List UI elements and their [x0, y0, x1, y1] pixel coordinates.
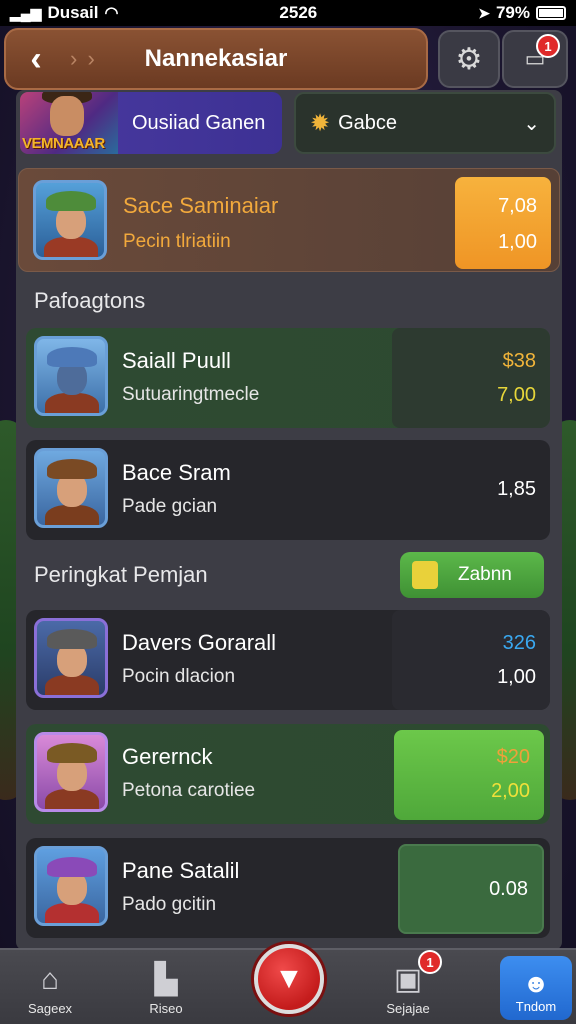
- row-name: Davers Gorarall: [122, 630, 277, 655]
- row-subtitle: Pocin dlacion: [122, 666, 236, 687]
- nav-item-profile[interactable]: ☻ Tndom: [500, 956, 572, 1020]
- nav-item-home[interactable]: ⌂ Sageex: [0, 956, 100, 1022]
- row-score-top: $38: [502, 350, 536, 372]
- back-icon: ‹: [30, 39, 42, 78]
- row-name: Gerernck: [122, 744, 213, 769]
- nav-label: Sageex: [27, 1001, 73, 1016]
- row-score-box: $20 2,00: [394, 730, 544, 820]
- list-item[interactable]: Saiall Puull Sutuaringtmecle $38 7,00: [26, 328, 550, 428]
- row-score-bottom: 2,00: [491, 780, 530, 802]
- game-logo: VEMNAAAR: [22, 135, 105, 152]
- row-name: Bace Sram: [122, 460, 231, 485]
- nav-label: Riseo: [149, 1001, 183, 1016]
- leaderboard-button-label: Zabnn: [458, 564, 512, 585]
- clock: 2526: [279, 3, 318, 22]
- row-name: Saiall Puull: [122, 348, 231, 373]
- avatar: [34, 846, 108, 926]
- top-header: ‹ › › Nannekasiar: [4, 28, 428, 90]
- avatar: [34, 618, 108, 698]
- game-tile[interactable]: VEMNAAAR Ousiiad Ganen: [20, 92, 282, 154]
- nav-label: Sejajae: [386, 1001, 430, 1016]
- row-score-bottom: 1,00: [497, 666, 536, 688]
- list-item[interactable]: Bace Sram Pade gcian 1,85: [26, 440, 550, 540]
- chevron-down-icon: ⌄: [523, 112, 540, 135]
- featured-score-bottom: 1,00: [498, 231, 537, 253]
- row-score-box: 326 1,00: [392, 610, 550, 710]
- row-score-box: $38 7,00: [392, 328, 550, 428]
- section-title-1: Pafoagtons: [34, 288, 146, 313]
- status-bar: ▂▄▆ Dusail ◠ 2526 ➤ 79%: [0, 0, 576, 26]
- battery-icon: [535, 6, 566, 20]
- row-score: 1,85: [497, 478, 536, 500]
- top-row: VEMNAAAR Ousiiad Ganen ✹ Gabce ⌄: [20, 92, 556, 156]
- trophy-icon: [412, 561, 438, 589]
- nav-item-chat[interactable]: ▣ Sejajae: [358, 956, 458, 1022]
- row-score-top: $20: [496, 746, 530, 768]
- row-subtitle: Sutuaringtmecle: [122, 384, 260, 405]
- inbox-badge: 1: [536, 34, 560, 58]
- wifi-icon: ◠: [104, 5, 119, 22]
- list-item[interactable]: Pane Satalil Pado gcitin 0.08: [26, 838, 550, 938]
- avatar: [33, 180, 107, 260]
- row-name: Pane Satalil: [122, 858, 240, 883]
- featured-score-top: 7,08: [498, 195, 537, 217]
- leaderboard-button[interactable]: Zabnn: [400, 552, 544, 598]
- page-title: Nannekasiar: [144, 45, 288, 72]
- selector-value: Gabce: [338, 111, 398, 134]
- featured-card[interactable]: Sace Saminaiar Pecin tlriatiin 7,08 1,00: [18, 168, 560, 272]
- row-subtitle: Petona carotiee: [122, 780, 256, 801]
- row-subtitle: Pade gcian: [122, 496, 218, 517]
- nav-item-shop[interactable]: ▙ Riseo: [116, 956, 216, 1022]
- play-icon: ▼: [274, 962, 304, 995]
- game-selector[interactable]: ✹ Gabce ⌄: [294, 92, 556, 154]
- play-button[interactable]: ▼: [254, 944, 324, 1014]
- nav-badge: 1: [418, 950, 442, 974]
- gem-icon: ✹: [310, 109, 331, 137]
- row-subtitle: Pado gcitin: [122, 894, 217, 915]
- featured-name: Sace Saminaiar: [123, 193, 279, 218]
- list-item[interactable]: Davers Gorarall Pocin dlacion 326 1,00: [26, 610, 550, 710]
- gear-icon: ⚙: [455, 42, 483, 76]
- row-score: 0.08: [489, 878, 528, 900]
- back-button[interactable]: ‹: [6, 29, 66, 89]
- settings-button[interactable]: ⚙: [438, 30, 500, 88]
- home-icon: ⌂: [40, 963, 60, 996]
- location-icon: ➤: [478, 4, 490, 21]
- signal-icon: ▂▄▆: [10, 4, 42, 21]
- list-item[interactable]: Gerernck Petona carotiee $20 2,00: [26, 724, 550, 824]
- row-score-bottom: 7,00: [497, 384, 536, 406]
- avatar: [34, 336, 108, 416]
- row-score-top: 326: [502, 632, 536, 654]
- featured-subtitle: Pecin tlriatiin: [123, 231, 231, 252]
- game-label: Ousiiad Ganen: [132, 111, 266, 134]
- battery-percent: 79%: [495, 3, 530, 22]
- carrier-label: Dusail: [47, 3, 99, 22]
- inbox-button[interactable]: ▭ 1: [502, 30, 568, 88]
- nav-label: Tndom: [515, 999, 557, 1014]
- avatar: [34, 732, 108, 812]
- row-score-box: 0.08: [398, 844, 544, 934]
- shop-icon: ▙: [154, 963, 178, 996]
- avatar: [34, 448, 108, 528]
- section-title-2: Peringkat Pemjan: [34, 562, 208, 587]
- chat-icon: ▣: [393, 963, 423, 996]
- featured-score-box: 7,08 1,00: [455, 177, 551, 269]
- game-artwork: VEMNAAAR: [20, 92, 118, 154]
- profile-icon: ☻: [522, 968, 550, 998]
- forward-icon: › ›: [70, 46, 97, 71]
